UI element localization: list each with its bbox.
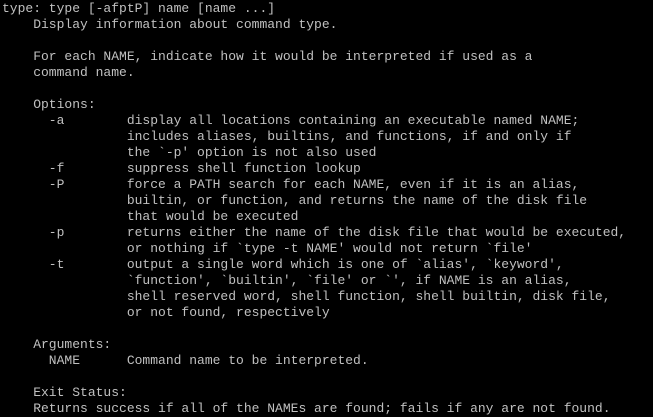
options-heading: Options:	[2, 97, 96, 112]
option-t-line: or not found, respectively	[2, 305, 330, 320]
option-P-line: -P force a PATH search for each NAME, ev…	[2, 177, 580, 192]
option-p-line: or nothing if `type -t NAME' would not r…	[2, 241, 533, 256]
option-p-line: -p returns either the name of the disk f…	[2, 225, 627, 240]
option-t-line: `function', `builtin', `file' or `', if …	[2, 273, 572, 288]
arguments-heading: Arguments:	[2, 337, 112, 352]
exit-status-line: Returns success if all of the NAMEs are …	[2, 401, 611, 416]
usage-line: type: type [-afptP] name [name ...]	[2, 1, 276, 16]
option-t-line: shell reserved word, shell function, she…	[2, 289, 611, 304]
option-t-line: -t output a single word which is one of …	[2, 257, 564, 272]
description-line: Display information about command type.	[2, 17, 338, 32]
option-a-line: -a display all locations containing an e…	[2, 113, 580, 128]
option-f-line: -f suppress shell function lookup	[2, 161, 361, 176]
option-a-line: the `-p' option is not also used	[2, 145, 377, 160]
terminal-window[interactable]: type: type [-afptP] name [name ...] Disp…	[0, 0, 653, 416]
option-P-line: that would be executed	[2, 209, 299, 224]
argument-name-line: NAME Command name to be interpreted.	[2, 353, 369, 368]
option-a-line: includes aliases, builtins, and function…	[2, 129, 572, 144]
option-P-line: builtin, or function, and returns the na…	[2, 193, 588, 208]
description-line: For each NAME, indicate how it would be …	[2, 49, 533, 64]
exit-status-heading: Exit Status:	[2, 385, 127, 400]
description-line: command name.	[2, 65, 135, 80]
